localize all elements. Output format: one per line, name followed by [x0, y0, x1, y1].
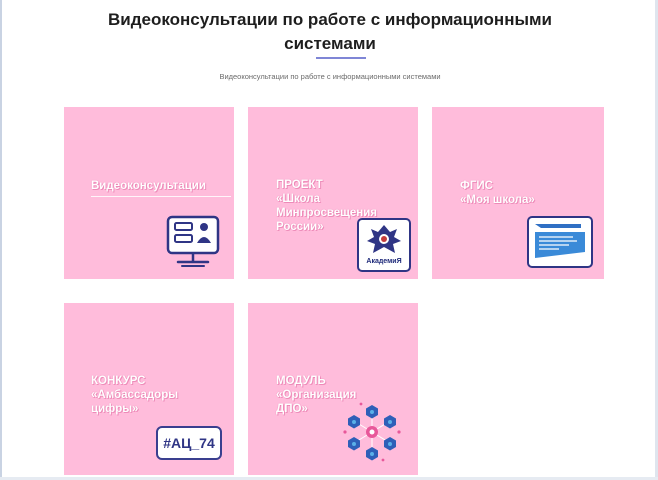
tile-project-school[interactable]: ПРОЕКТ «Школа Минпросвещения России» Ака… — [248, 107, 418, 279]
video-consultation-icon — [166, 215, 222, 269]
label-underline — [91, 196, 231, 197]
tile-contest-ambassadors[interactable]: КОНКУРС «Амбассадоры цифры» #АЦ_74 — [64, 303, 234, 475]
tile-videoconsultations[interactable]: Видеоконсультации — [64, 107, 234, 279]
hashtag-badge: #АЦ_74 — [156, 426, 222, 460]
page-subtitle: Видеоконсультации по работе с информацио… — [219, 72, 441, 81]
tile-label-text: ФГИС «Моя школа» — [460, 180, 535, 206]
title-underline — [316, 57, 366, 59]
tile-label-text: КОНКУРС «Амбассадоры цифры» — [91, 375, 179, 415]
academy-logo-text: АкадемиЯ — [366, 258, 402, 265]
tile-fgis-my-school[interactable]: ФГИС «Моя школа» — [432, 107, 604, 279]
academy-logo-icon: АкадемиЯ — [357, 218, 411, 272]
window-border-left — [0, 0, 2, 480]
my-school-logo-icon — [527, 216, 593, 268]
tile-label: Видеоконсультации — [91, 165, 231, 211]
tile-label: ФГИС «Моя школа» — [460, 165, 600, 207]
page-title: Видеоконсультации по работе с информацио… — [107, 10, 553, 53]
tile-label: КОНКУРС «Амбассадоры цифры» — [91, 360, 231, 416]
tile-label-text: Видеоконсультации — [91, 180, 206, 192]
tile-module-dpo[interactable]: МОДУЛЬ «Организация ДПО» — [248, 303, 418, 475]
network-hexagons-icon — [341, 401, 403, 463]
